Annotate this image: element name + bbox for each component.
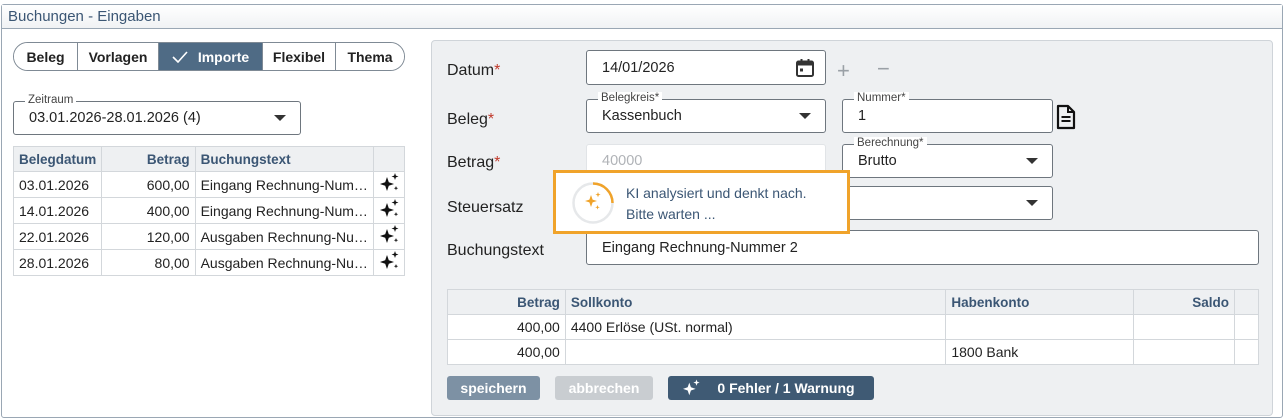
table-row[interactable]: 28.01.2026 80,00 Ausgaben Rechnung-Nu… <box>12 249 406 276</box>
datum-input[interactable]: 14/01/2026 <box>586 50 826 85</box>
cell-amount: 600,00 <box>101 171 196 198</box>
chevron-down-icon <box>274 115 286 121</box>
nummer-input[interactable]: Nummer* 1 <box>842 92 1053 133</box>
ai-spinner-icon <box>572 182 614 224</box>
cell-sollkonto <box>564 339 947 365</box>
cell-amount: 400,00 <box>447 339 566 365</box>
col-saldo[interactable]: Saldo <box>1133 289 1235 315</box>
col-buchungstext[interactable]: Buchungstext <box>194 146 374 172</box>
table-row[interactable]: 400,00 1800 Bank <box>447 339 1259 365</box>
tab-importe-label: Importe <box>197 48 250 65</box>
ai-status-button[interactable]: 0 Fehler / 1 Warnung <box>668 376 874 400</box>
cell-date: 28.01.2026 <box>12 249 103 276</box>
zeitraum-legend: Zeitraum <box>25 94 77 107</box>
chevron-down-icon <box>1026 200 1038 206</box>
buchungstext-label: Buchungstext <box>447 242 544 259</box>
zeitraum-value: 03.01.2026-28.01.2026 (4) <box>29 110 201 126</box>
berechnung-value: Brutto <box>858 153 897 169</box>
tab-flexibel[interactable]: Flexibel <box>263 43 336 70</box>
ai-status-text: KI analysiert und denkt nach. Bitte wart… <box>626 183 807 225</box>
beleg-label: Beleg* <box>447 111 495 128</box>
steuersatz-label: Steuersatz <box>447 199 524 216</box>
datum-label: Datum* <box>447 62 501 79</box>
belegkreis-value: Kassenbuch <box>602 108 682 124</box>
berechnung-legend: Berechnung* <box>854 137 927 150</box>
buchungstext-input[interactable]: Eingang Rechnung-Nummer 2 <box>586 230 1259 265</box>
berechnung-select[interactable]: Berechnung* Brutto <box>842 137 1053 178</box>
buchungstext-value: Eingang Rechnung-Nummer 2 <box>602 239 798 256</box>
document-icon[interactable] <box>1056 104 1076 130</box>
cell-extra <box>1234 314 1259 340</box>
cell-date: 03.01.2026 <box>12 171 103 198</box>
chevron-down-icon <box>799 113 811 119</box>
ai-status-line1: KI analysiert und denkt nach. <box>626 185 807 201</box>
cell-text: Eingang Rechnung-Num… <box>194 171 374 198</box>
cell-amount: 400,00 <box>101 197 196 224</box>
cell-habenkonto: 1800 Bank <box>945 339 1135 365</box>
ai-status-line2: Bitte warten ... <box>626 206 716 222</box>
cell-text: Eingang Rechnung-Num… <box>194 197 374 224</box>
table-row[interactable]: 14.01.2026 400,00 Eingang Rechnung-Num… <box>12 197 406 224</box>
col-betrag[interactable]: Betrag <box>447 289 566 315</box>
table-row[interactable]: 22.01.2026 120,00 Ausgaben Rechnung-Nu… <box>12 223 406 250</box>
cancel-button[interactable]: abbrechen <box>555 376 653 400</box>
datum-value: 14/01/2026 <box>602 59 675 76</box>
cell-text: Ausgaben Rechnung-Nu… <box>194 249 374 276</box>
cell-amount: 400,00 <box>447 314 566 340</box>
nummer-value: 1 <box>858 108 867 124</box>
cell-extra <box>1234 339 1259 365</box>
ai-analyzing-toast: KI analysiert und denkt nach. Bitte wart… <box>553 170 850 234</box>
cell-saldo <box>1133 314 1235 340</box>
cell-date: 22.01.2026 <box>12 223 103 250</box>
calendar-icon[interactable] <box>795 58 815 78</box>
posting-lines-table: Betrag Sollkonto Habenkonto Saldo 400,00… <box>447 289 1259 365</box>
table-header-row: Betrag Sollkonto Habenkonto Saldo <box>447 289 1259 315</box>
sparkle-icon[interactable] <box>372 249 406 276</box>
betrag-label: Betrag* <box>447 154 501 171</box>
table-row[interactable]: 03.01.2026 600,00 Eingang Rechnung-Num… <box>12 171 406 198</box>
col-extra <box>1234 289 1259 315</box>
cell-text: Ausgaben Rechnung-Nu… <box>194 223 374 250</box>
increment-date-button[interactable]: + <box>837 60 850 82</box>
cell-saldo <box>1133 339 1235 365</box>
cell-date: 14.01.2026 <box>12 197 103 224</box>
cell-habenkonto <box>945 314 1135 340</box>
ai-status-label: 0 Fehler / 1 Warnung <box>717 380 855 396</box>
sparkle-icon[interactable] <box>372 197 406 224</box>
chevron-down-icon <box>1026 158 1038 164</box>
tab-beleg[interactable]: Beleg <box>14 43 78 70</box>
save-button[interactable]: speichern <box>447 376 540 400</box>
col-betrag[interactable]: Betrag <box>101 146 196 172</box>
table-row[interactable]: 400,00 4400 Erlöse (USt. normal) <box>447 314 1259 340</box>
zeitraum-select[interactable]: Zeitraum 03.01.2026-28.01.2026 (4) <box>13 94 301 135</box>
sparkle-icon <box>683 379 700 396</box>
cell-sollkonto: 4400 Erlöse (USt. normal) <box>564 314 947 340</box>
nummer-legend: Nummer* <box>854 92 909 105</box>
decrement-date-button[interactable]: − <box>877 58 890 80</box>
cell-amount: 120,00 <box>101 223 196 250</box>
import-table: Belegdatum Betrag Buchungstext 03.01.202… <box>12 146 406 276</box>
col-habenkonto[interactable]: Habenkonto <box>945 289 1135 315</box>
table-header-row: Belegdatum Betrag Buchungstext <box>12 146 406 172</box>
cell-amount: 80,00 <box>101 249 196 276</box>
col-sollkonto[interactable]: Sollkonto <box>564 289 947 315</box>
belegkreis-select[interactable]: Belegkreis* Kassenbuch <box>586 92 826 133</box>
col-belegdatum[interactable]: Belegdatum <box>12 146 103 172</box>
sparkle-icon[interactable] <box>372 223 406 250</box>
tab-thema[interactable]: Thema <box>336 43 404 70</box>
tab-vorlagen[interactable]: Vorlagen <box>78 43 159 70</box>
window-title: Buchungen - Eingaben <box>2 5 1282 29</box>
tab-bar: Beleg Vorlagen Importe Flexibel Thema <box>13 42 405 71</box>
betrag-placeholder: 40000 <box>602 153 643 169</box>
belegkreis-legend: Belegkreis* <box>598 92 663 105</box>
check-icon <box>172 50 188 63</box>
tab-importe[interactable]: Importe <box>159 43 263 70</box>
sparkle-icon[interactable] <box>372 171 406 198</box>
col-actions <box>372 146 406 172</box>
